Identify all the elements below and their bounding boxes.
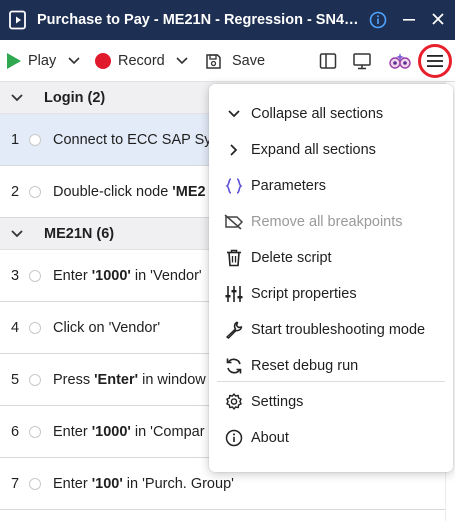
monitor-icon[interactable] [352,51,372,71]
trash-icon [224,248,244,268]
braces-icon [224,176,244,196]
play-label: Play [28,53,57,69]
record-label: Record [118,53,165,69]
panel-layout-icon[interactable] [318,51,338,71]
hamburger-menu-button[interactable] [418,44,452,78]
step-text: Enter '100' in 'Purch. Group' [53,475,234,492]
record-icon [95,53,111,69]
menu-item-parameters[interactable]: Parameters [209,168,453,204]
step-number: 1 [11,131,20,148]
step-text: Double-click node 'ME2 [53,183,206,200]
step-number: 6 [11,423,20,440]
menu-item-troubleshooting[interactable]: Start troubleshooting mode [209,312,453,348]
breakpoint-toggle[interactable] [29,321,41,334]
toolbar: Play Record Save [0,40,455,82]
record-options-chevron-icon[interactable] [176,40,188,82]
step-number: 5 [11,371,20,388]
menu-item-label: Reset debug run [251,358,359,374]
menu-item-label: Expand all sections [251,142,376,158]
info-icon[interactable] [368,10,388,30]
chevron-right-icon [224,140,244,160]
title-bar: Purchase to Pay - ME21N - Regression - S… [0,0,455,40]
record-button[interactable]: Record [95,40,165,82]
refresh-icon [224,356,244,376]
breakpoint-toggle[interactable] [29,425,41,438]
menu-item-reset-debug[interactable]: Reset debug run [209,348,453,384]
play-icon [7,53,21,69]
breakpoint-off-icon [224,212,244,232]
menu-item-label: Collapse all sections [251,106,384,122]
menu-item-label: Script properties [251,286,357,302]
overflow-menu: Collapse all sections Expand all section… [209,84,453,472]
menu-item-label: Parameters [251,178,326,194]
menu-item-collapse-all[interactable]: Collapse all sections [209,96,453,132]
menu-item-label: Delete script [251,250,332,266]
menu-item-delete-script[interactable]: Delete script [209,240,453,276]
menu-item-about[interactable]: About [209,420,453,456]
breakpoint-toggle[interactable] [29,269,41,282]
menu-item-expand-all[interactable]: Expand all sections [209,132,453,168]
save-icon [206,53,221,69]
menu-item-remove-breakpoints: Remove all breakpoints [209,204,453,240]
section-label: ME21N (6) [44,225,115,242]
chevron-down-icon [224,104,244,124]
menu-item-script-properties[interactable]: Script properties [209,276,453,312]
chevron-down-icon [10,227,24,241]
menu-item-settings[interactable]: Settings [209,384,453,420]
step-text: Connect to ECC SAP Sy [53,131,212,148]
wrench-icon [224,320,244,340]
menu-item-label: Start troubleshooting mode [251,322,426,338]
step-text: Click on 'Vendor' [53,319,161,336]
save-label: Save [232,53,266,69]
app-logo-icon [8,10,28,30]
save-button[interactable]: Save [205,40,265,82]
hamburger-icon [427,55,443,67]
play-options-chevron-icon[interactable] [68,40,80,82]
menu-item-label: Remove all breakpoints [251,214,403,230]
window-title: Purchase to Pay - ME21N - Regression - S… [37,12,359,28]
gear-icon [224,392,244,412]
close-window-button[interactable] [428,9,448,29]
minimize-button[interactable] [400,9,418,29]
menu-item-label: About [251,430,289,446]
menu-divider [217,381,445,382]
ai-assistant-icon[interactable] [388,51,412,71]
sliders-icon [224,284,244,304]
section-label: Login (2) [44,89,106,106]
step-text: Enter '1000' in 'Vendor' [53,267,202,284]
step-number: 7 [11,475,20,492]
menu-item-label: Settings [251,394,304,410]
breakpoint-toggle[interactable] [29,185,41,198]
step-number: 4 [11,319,20,336]
step-number: 3 [11,267,20,284]
chevron-down-icon [10,91,24,105]
play-button[interactable]: Play [6,40,56,82]
step-number: 2 [11,183,20,200]
breakpoint-toggle[interactable] [29,477,41,490]
step-text: Press 'Enter' in window [53,371,206,388]
info-icon [224,428,244,448]
step-text: Enter '1000' in 'Compar [53,423,205,440]
breakpoint-toggle[interactable] [29,373,41,386]
breakpoint-toggle[interactable] [29,133,41,146]
